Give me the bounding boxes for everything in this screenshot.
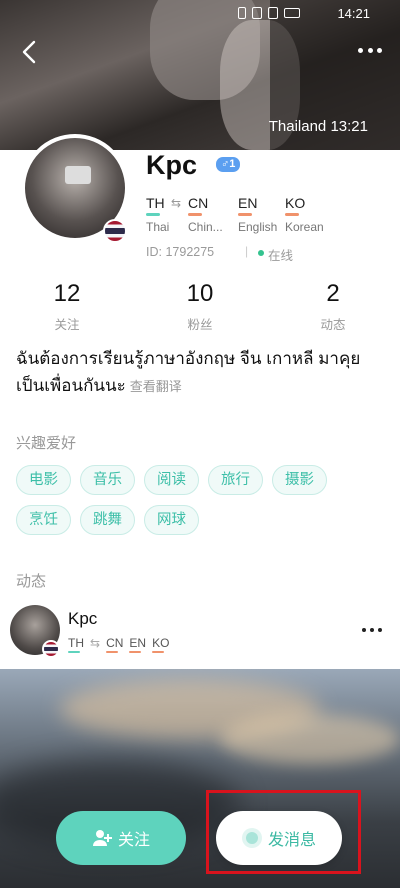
profile-name: Kpc <box>146 150 198 180</box>
language-code: EN <box>238 195 258 211</box>
interest-tag[interactable]: 烹饪 <box>16 505 71 535</box>
interest-tag[interactable]: 网球 <box>144 505 199 535</box>
language-level-bar <box>238 213 252 216</box>
language-level-bar <box>188 213 202 216</box>
local-time-label: 13:21 <box>330 118 368 135</box>
highlight-annotation <box>206 790 361 874</box>
language-code: TH <box>68 636 84 653</box>
profile-bio: ฉันต้องการเรียนรู้ภาษาอังกฤษ จีน เกาหลี … <box>16 345 388 400</box>
more-options-icon[interactable] <box>358 44 382 56</box>
divider: | <box>245 244 249 258</box>
stat-label: 动态 <box>320 318 346 332</box>
post-more-options-icon[interactable] <box>362 628 382 634</box>
language-name: Korean <box>285 220 324 234</box>
gender-age-badge: ♂1 <box>216 157 241 172</box>
interests-title: 兴趣爱好 <box>16 435 77 452</box>
stat-following[interactable]: 12 关注 <box>27 280 107 333</box>
language-code: CN <box>106 636 124 653</box>
user-id-label: ID: <box>146 245 162 259</box>
language-name: English <box>238 220 278 234</box>
follow-button[interactable]: 关注 <box>56 811 186 865</box>
online-dot-icon <box>258 250 264 256</box>
status-time: 14:21 <box>337 6 370 21</box>
bio-text: ฉันต้องการเรียนรู้ภาษาอังกฤษ จีน เกาหลี … <box>16 349 361 395</box>
language-name: Thai <box>146 220 170 234</box>
language-code: CN <box>188 195 209 211</box>
language-th: TH Thai <box>146 195 169 234</box>
mute-icon <box>252 7 262 19</box>
thailand-flag-icon <box>103 219 127 243</box>
user-id-value: 1792275 <box>165 245 215 259</box>
language-name: Chin... <box>188 220 223 234</box>
interest-tag[interactable]: 旅行 <box>208 465 263 495</box>
interest-tag[interactable]: 阅读 <box>144 465 199 495</box>
language-code: TH <box>146 195 165 211</box>
language-level-bar <box>146 213 160 216</box>
interest-tag[interactable]: 音乐 <box>80 465 135 495</box>
thailand-flag-icon <box>42 640 60 658</box>
stat-value: 12 <box>53 280 81 307</box>
language-level-bar <box>285 213 299 216</box>
language-ko: KO Korean <box>285 195 324 234</box>
battery-icon <box>284 8 300 18</box>
stat-moments[interactable]: 2 动态 <box>293 280 373 333</box>
stat-label: 粉丝 <box>187 318 213 332</box>
stat-label: 关注 <box>54 318 80 332</box>
swap-arrows-icon: ⇆ <box>171 196 182 210</box>
location-time: Thailand 13:21 <box>269 118 368 135</box>
swap-arrows-icon: ⇆ <box>90 636 101 650</box>
interest-tag[interactable]: 电影 <box>16 465 71 495</box>
back-arrow-icon[interactable] <box>16 38 44 66</box>
stat-value: 2 <box>326 280 340 307</box>
bluetooth-icon <box>238 7 246 19</box>
online-status: 在线 <box>268 249 294 263</box>
translate-link[interactable]: 查看翻译 <box>130 379 182 394</box>
post-author-name[interactable]: Kpc <box>68 609 97 629</box>
stat-followers[interactable]: 10 粉丝 <box>160 280 240 333</box>
vibrate-icon <box>268 7 278 19</box>
moments-title: 动态 <box>16 573 47 590</box>
status-bar: 14:21 <box>0 0 400 26</box>
follow-button-label: 关注 <box>117 832 150 849</box>
add-user-icon <box>92 830 112 846</box>
language-code: EN <box>129 636 147 653</box>
post-author-languages: TH ⇆ CN EN KO <box>68 636 170 653</box>
language-en: EN English <box>238 195 277 234</box>
interest-tag[interactable]: 跳舞 <box>80 505 135 535</box>
language-code: KO <box>152 636 170 653</box>
user-id: ID: 1792275 <box>146 245 214 259</box>
location-label: Thailand <box>268 118 327 135</box>
stat-value: 10 <box>186 280 214 307</box>
interest-tag[interactable]: 摄影 <box>272 465 327 495</box>
language-code: KO <box>285 195 306 211</box>
language-cn: CN Chin... <box>188 195 223 234</box>
